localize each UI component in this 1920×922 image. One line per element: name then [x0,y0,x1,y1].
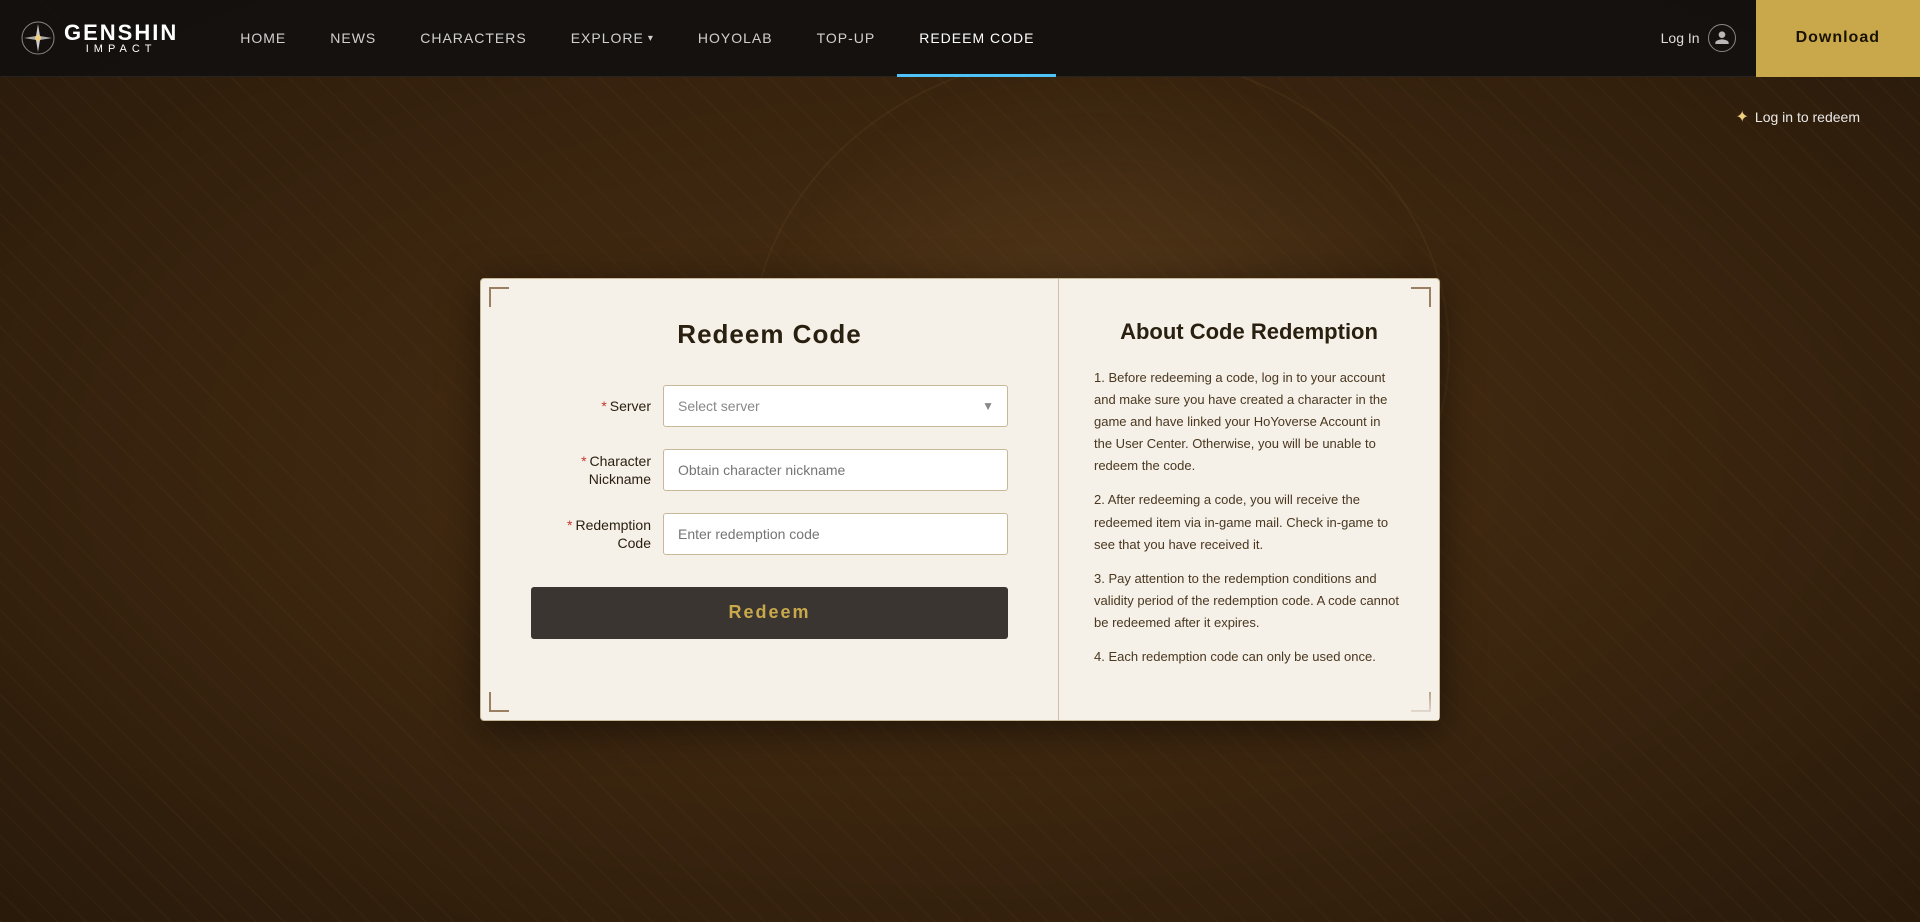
info-paragraph-2: 2. After redeeming a code, you will rece… [1094,489,1399,555]
redemption-code-field-group: *Redemption Code [531,513,1008,555]
server-select[interactable]: Select serverAmericaEuropeAsiaTW, HK, MO [663,385,1008,427]
character-nickname-input[interactable] [663,449,1008,491]
server-label: *Server [531,397,651,415]
about-redemption-content[interactable]: 1. Before redeeming a code, log in to yo… [1094,367,1404,680]
nav-item-hoyolab[interactable]: HoYoLAB [676,0,795,77]
about-redemption-panel: About Code Redemption 1. Before redeemin… [1059,279,1439,720]
logo-genshin: GENSHIN [64,22,178,44]
required-star-redemption: * [567,517,572,533]
star-icon: ✦ [1736,107,1749,127]
nav-item-top-up[interactable]: TOP-UP [795,0,898,77]
server-select-wrapper: Select serverAmericaEuropeAsiaTW, HK, MO… [663,385,1008,427]
server-field-group: *Server Select serverAmericaEuropeAsiaTW… [531,385,1008,427]
about-redemption-title: About Code Redemption [1094,319,1404,345]
user-icon [1708,24,1736,52]
login-button[interactable]: Log In [1641,0,1756,77]
login-to-redeem-label: Log in to redeem [1755,109,1860,125]
redeem-form-title: Redeem Code [677,319,861,350]
required-star-character: * [581,453,586,469]
download-button[interactable]: Download [1756,0,1920,77]
redemption-code-label: *Redemption Code [531,516,651,552]
info-paragraph-4: 4. Each redemption code can only be used… [1094,646,1399,668]
character-nickname-label: *Character Nickname [531,452,651,488]
nav-item-redeem-code[interactable]: REDEEM CODE [897,0,1056,77]
redemption-code-input[interactable] [663,513,1008,555]
corner-decoration-tl [489,287,509,307]
nav-item-characters[interactable]: CHARACTERS [398,0,548,77]
redeem-form-panel: Redeem Code *Server Select serverAmerica… [481,279,1059,720]
redeem-card: Redeem Code *Server Select serverAmerica… [480,278,1440,721]
nav-item-explore[interactable]: EXPLORE ▾ [549,0,676,77]
character-nickname-field-group: *Character Nickname [531,449,1008,491]
page-content: ✦ Log in to redeem Redeem Code *Server S… [0,77,1920,922]
logo-impact: IMPACT [64,44,178,55]
chevron-down-icon: ▾ [648,33,654,44]
corner-decoration-bl [489,692,509,712]
info-paragraph-3: 3. Pay attention to the redemption condi… [1094,568,1399,634]
logo-text: GENSHIN IMPACT [64,22,178,55]
required-star-server: * [601,398,606,414]
nav-item-home[interactable]: HOME [218,0,308,77]
nav-links: HOME NEWS CHARACTERS EXPLORE ▾ HoYoLAB T… [198,0,1640,77]
info-paragraph-1: 1. Before redeeming a code, log in to yo… [1094,367,1399,477]
redemption-info-text: 1. Before redeeming a code, log in to yo… [1094,367,1399,668]
navigation: GENSHIN IMPACT HOME NEWS CHARACTERS EXPL… [0,0,1920,77]
logo-icon [20,20,56,56]
logo[interactable]: GENSHIN IMPACT [0,20,198,56]
login-to-redeem-link[interactable]: ✦ Log in to redeem [1736,107,1860,127]
redeem-button[interactable]: Redeem [531,587,1008,639]
login-label: Log In [1661,30,1700,46]
nav-item-news[interactable]: NEWS [308,0,398,77]
nav-right: Log In Download [1641,0,1920,77]
